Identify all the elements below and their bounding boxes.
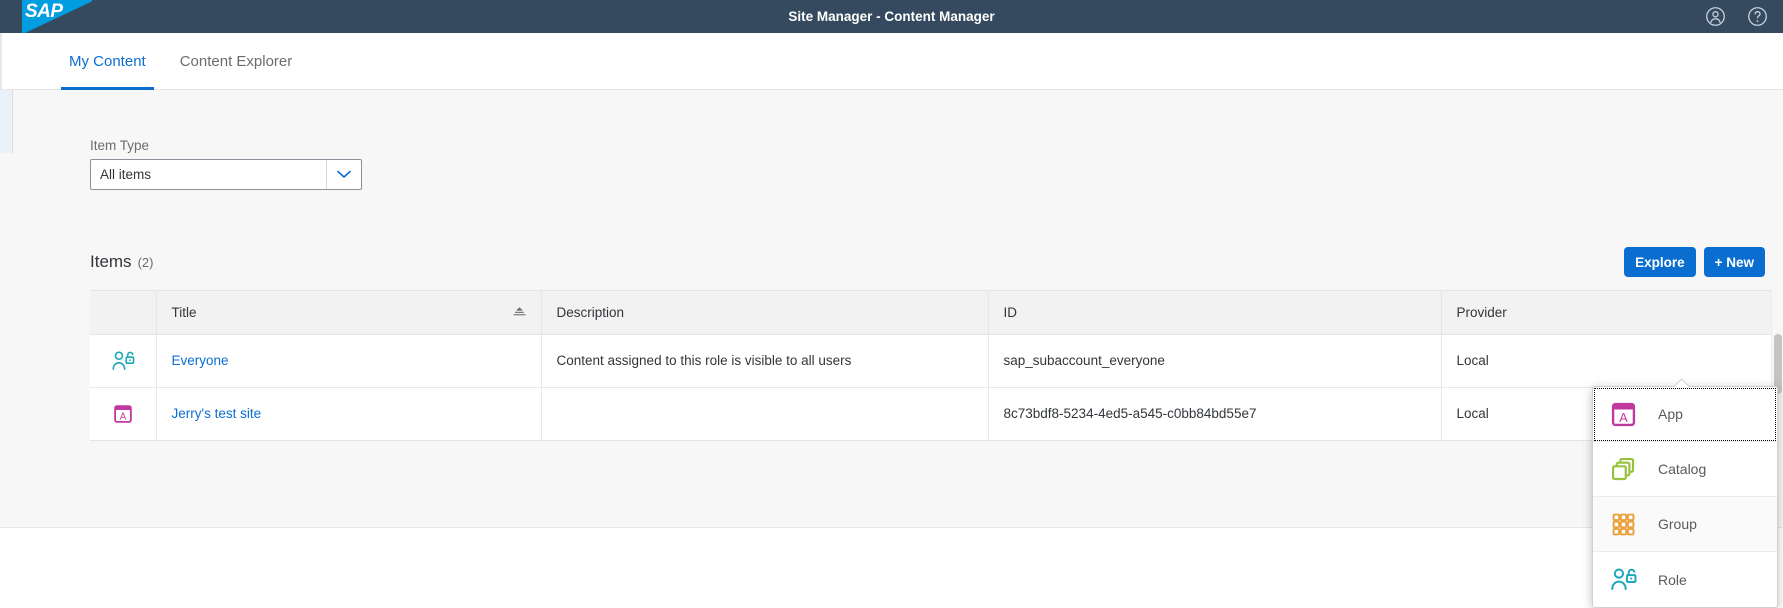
page-body: Item Type All items Items (2) Explore + …: [0, 90, 1783, 545]
item-link-everyone[interactable]: Everyone: [172, 353, 229, 368]
column-header-id-label: ID: [1004, 305, 1018, 320]
sap-logo[interactable]: SAP: [0, 0, 92, 33]
column-header-provider-label: Provider: [1457, 305, 1507, 320]
items-table-body: Everyone Content assigned to this role i…: [90, 334, 1771, 440]
row-icon-cell: A: [90, 387, 156, 440]
new-item-popover: A App Catalog: [1592, 386, 1778, 608]
item-type-select[interactable]: All items: [90, 159, 362, 190]
menu-item-catalog[interactable]: Catalog: [1593, 442, 1777, 497]
group-grid-icon: [1607, 508, 1639, 540]
app-letter-a-icon: A: [90, 388, 156, 440]
column-header-id[interactable]: ID: [988, 291, 1441, 334]
table-header-row: Title: [90, 291, 1771, 334]
item-type-filter: Item Type All items: [90, 138, 362, 190]
row-provider-cell: Local: [1441, 334, 1771, 387]
shell-header: SAP Site Manager - Content Manager: [0, 0, 1783, 33]
tab-list: My Content Content Explorer: [52, 33, 309, 90]
shell-actions: [1703, 0, 1769, 33]
items-toolbar: Items (2) Explore + New: [90, 242, 1765, 282]
items-table-container: Title: [90, 290, 1771, 441]
row-id-cell: 8c73bdf8-5234-4ed5-a545-c0bb84bd55e7: [988, 387, 1441, 440]
sap-logo-text: SAP: [25, 1, 63, 23]
menu-item-app-label: App: [1658, 406, 1683, 422]
item-link-jerrys-test-site[interactable]: Jerry's test site: [172, 406, 262, 421]
tab-content-explorer-label: Content Explorer: [180, 53, 293, 70]
app-letter-a-icon: A: [1607, 398, 1639, 430]
items-count: (2): [138, 255, 154, 270]
tab-my-content[interactable]: My Content: [52, 33, 163, 90]
svg-text:A: A: [119, 411, 126, 422]
row-description-cell: [541, 387, 988, 440]
role-person-lock-icon: [90, 335, 156, 387]
table-row[interactable]: Everyone Content assigned to this role i…: [90, 334, 1771, 387]
popover-arrow: [1673, 378, 1689, 387]
menu-item-catalog-label: Catalog: [1658, 461, 1706, 477]
help-circle-icon[interactable]: [1745, 5, 1769, 29]
sort-ascending-icon[interactable]: [513, 306, 526, 318]
tab-bar: My Content Content Explorer: [0, 33, 1783, 90]
items-title: Items: [90, 252, 132, 272]
tab-content-explorer[interactable]: Content Explorer: [163, 33, 310, 90]
column-header-description-label: Description: [557, 305, 625, 320]
menu-item-role-label: Role: [1658, 572, 1687, 588]
table-row[interactable]: A Jerry's test site 8c73bdf8-5234-4ed5-a…: [90, 387, 1771, 440]
row-description-cell: Content assigned to this role is visible…: [541, 334, 988, 387]
application-window: SAP Site Manager - Content Manager: [0, 0, 1783, 545]
item-type-value: All items: [91, 167, 326, 182]
scrollbar-thumb[interactable]: [1774, 334, 1782, 394]
column-header-title[interactable]: Title: [156, 291, 541, 334]
row-id-cell: sap_subaccount_everyone: [988, 334, 1441, 387]
role-person-lock-icon: [1607, 564, 1639, 596]
user-circle-icon[interactable]: [1703, 5, 1727, 29]
chevron-down-icon[interactable]: [326, 160, 361, 189]
items-table: Title: [90, 291, 1771, 440]
column-header-title-label: Title: [172, 305, 197, 320]
footer-strip: [0, 527, 1783, 545]
tab-bar-left-edge: [0, 33, 2, 90]
row-title-cell: Jerry's test site: [156, 387, 541, 440]
left-rail: [0, 90, 13, 153]
menu-item-group-label: Group: [1658, 516, 1697, 532]
items-table-header: Title: [90, 291, 1771, 334]
svg-text:A: A: [1619, 410, 1628, 424]
column-header-provider[interactable]: Provider: [1441, 291, 1771, 334]
catalog-stacked-squares-icon: [1607, 453, 1639, 485]
content-area: Item Type All items Items (2) Explore + …: [14, 90, 1783, 545]
row-title-cell: Everyone: [156, 334, 541, 387]
column-header-icon: [90, 291, 156, 334]
shell-title: Site Manager - Content Manager: [0, 0, 1783, 33]
item-type-label: Item Type: [90, 138, 362, 153]
menu-item-role[interactable]: Role: [1593, 552, 1777, 607]
column-header-description[interactable]: Description: [541, 291, 988, 334]
tab-my-content-label: My Content: [69, 53, 146, 70]
menu-item-group[interactable]: Group: [1593, 497, 1777, 552]
explore-button[interactable]: Explore: [1624, 247, 1696, 277]
row-icon-cell: [90, 334, 156, 387]
menu-item-app[interactable]: A App: [1593, 387, 1777, 442]
new-button[interactable]: + New: [1704, 247, 1765, 277]
